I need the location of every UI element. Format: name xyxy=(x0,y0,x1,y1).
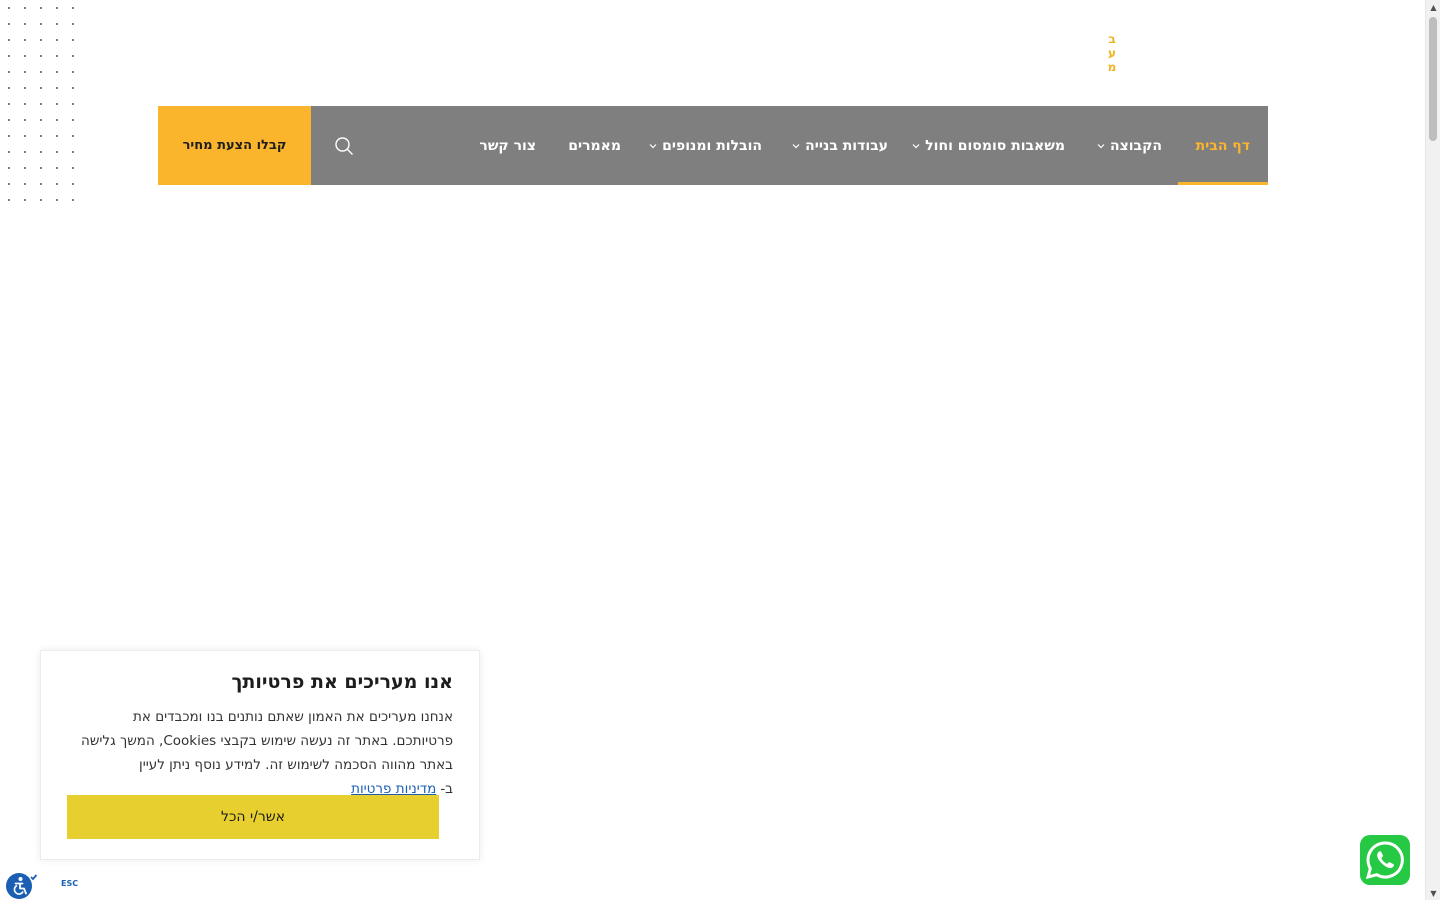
whatsapp-icon xyxy=(1365,841,1404,880)
decorative-dot-pattern xyxy=(8,7,74,201)
scroll-down-arrow-icon[interactable]: ▼ xyxy=(1426,886,1440,900)
nav-item-label: מאמרים xyxy=(568,137,621,154)
nav-item-label: משאבות סומסום וחול xyxy=(925,137,1065,154)
cookie-consent-dialog: אנו מעריכים את פרטיותך אנחנו מעריכים את … xyxy=(40,650,480,860)
chevron-down-icon xyxy=(1097,143,1105,148)
chevron-down-icon xyxy=(912,143,920,148)
nav-item-contact[interactable]: צור קשר xyxy=(479,106,536,185)
cookie-body: אנחנו מעריכים את האמון שאתם נותנים בנו ו… xyxy=(78,705,453,801)
get-quote-button[interactable]: קבלו הצעת מחיר xyxy=(158,106,311,185)
nav-item-pumps[interactable]: משאבות סומסום וחול xyxy=(911,106,1065,185)
logo-char: ב xyxy=(1108,32,1116,46)
chevron-down-icon xyxy=(649,143,657,148)
nav-item-home[interactable]: דף הבית xyxy=(1177,106,1269,185)
nav-item-label: צור קשר xyxy=(479,137,536,154)
nav-item-construction[interactable]: עבודות בנייה xyxy=(791,106,888,185)
esc-label: ESC xyxy=(61,879,79,888)
page-scrollbar[interactable]: ▲ ▼ xyxy=(1425,0,1440,900)
nav-item-label: עבודות בנייה xyxy=(805,137,888,154)
logo-char: ע xyxy=(1108,46,1116,60)
accept-all-button[interactable]: אשר/י הכל xyxy=(67,795,439,839)
search-icon[interactable] xyxy=(333,135,355,157)
nav-item-transport[interactable]: הובלות ומנופים xyxy=(648,106,762,185)
scrollbar-thumb[interactable] xyxy=(1429,17,1437,141)
nav-item-label: דף הבית xyxy=(1195,137,1250,154)
main-navigation: דף הבית הקבוצה משאבות סומסום וחול עבודות… xyxy=(158,106,1269,185)
nav-item-label: הקבוצה xyxy=(1109,137,1162,154)
cookie-title: אנו מעריכים את פרטיותך xyxy=(231,671,453,693)
accessibility-icon[interactable] xyxy=(5,871,37,900)
scroll-up-arrow-icon[interactable]: ▲ xyxy=(1426,0,1440,14)
page: ב ע מ דף הבית הקבוצה משאבות סומסום וחול … xyxy=(0,0,1440,900)
chevron-down-icon xyxy=(792,143,800,148)
whatsapp-button[interactable] xyxy=(1360,835,1410,885)
nav-item-label: הובלות ומנופים xyxy=(662,137,762,154)
logo-char: מ xyxy=(1107,60,1117,74)
site-logo[interactable]: ב ע מ xyxy=(1104,32,1120,74)
nav-item-group[interactable]: הקבוצה xyxy=(1096,106,1162,185)
nav-item-articles[interactable]: מאמרים xyxy=(568,106,621,185)
